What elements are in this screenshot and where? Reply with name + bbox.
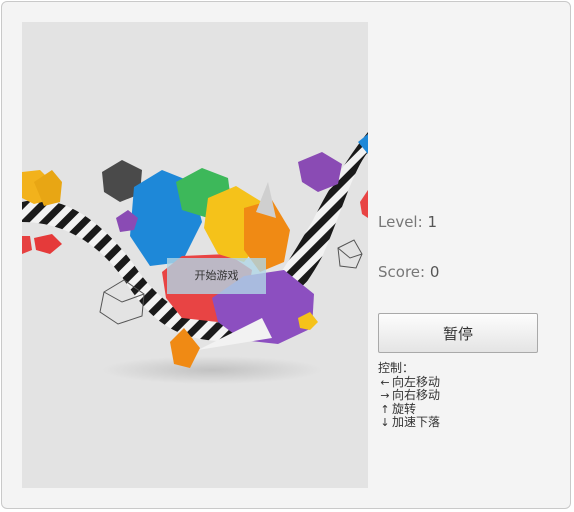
score-value: 0	[429, 263, 440, 281]
control-move-left: ← 向左移动	[378, 374, 441, 390]
arrow-right-icon: →	[380, 389, 390, 402]
arrow-left-icon: ←	[380, 375, 390, 389]
control-label: 向左移动	[392, 374, 441, 389]
pause-button[interactable]: 暂停	[378, 313, 538, 353]
score-display: Score: 0	[378, 263, 439, 281]
score-label: Score:	[378, 263, 426, 281]
control-label: 旋转	[392, 401, 417, 416]
control-rotate: ↑ 旋转	[378, 401, 440, 417]
arrow-up-icon: ↑	[380, 402, 390, 416]
controls-title: 控制：	[378, 361, 415, 375]
control-drop: ↓ 加速下落	[378, 415, 441, 430]
controls-help: 控制： ← 向左移动 → 向右移动 ↑ 旋转 ↓ 加速下落	[378, 361, 441, 430]
control-label: 加速下落	[392, 415, 441, 429]
level-display: Level: 1	[378, 213, 437, 231]
arrow-down-icon: ↓	[380, 416, 390, 429]
start-game-button[interactable]: 开始游戏	[167, 258, 266, 294]
level-label: Level:	[378, 213, 423, 231]
control-move-right: → 向右移动	[378, 388, 441, 403]
level-value: 1	[427, 213, 437, 231]
control-label: 向右移动	[392, 388, 441, 402]
game-board[interactable]: 开始游戏	[22, 22, 368, 488]
background-artwork	[22, 22, 368, 488]
